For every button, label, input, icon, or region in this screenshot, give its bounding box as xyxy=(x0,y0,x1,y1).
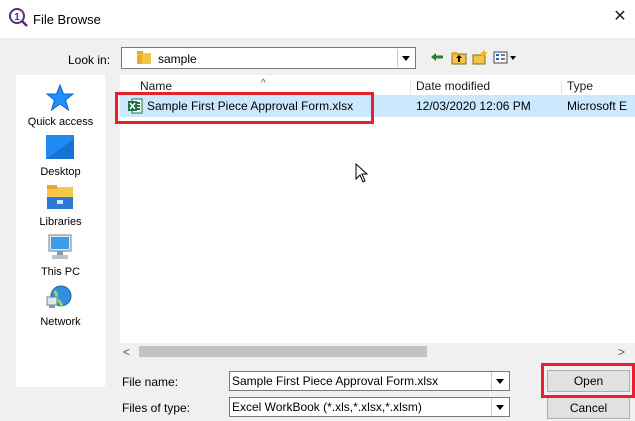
column-header-date[interactable]: Date modified xyxy=(416,79,490,93)
look-in-label: Look in: xyxy=(68,53,111,67)
place-this-pc[interactable]: This PC xyxy=(16,233,105,283)
file-name-label: File name: xyxy=(122,375,179,389)
column-header-type[interactable]: Type xyxy=(567,79,593,93)
file-type-select[interactable]: Excel WorkBook (*.xls,*.xlsx,*.xlsm) xyxy=(229,397,510,417)
look-in-dropdown-button[interactable] xyxy=(397,49,414,67)
file-name-dropdown-button[interactable] xyxy=(491,372,508,390)
up-folder-icon[interactable] xyxy=(451,47,467,67)
place-label: Libraries xyxy=(39,216,82,228)
cancel-button[interactable]: Cancel xyxy=(547,397,630,419)
file-date-cell: 12/03/2020 12:06 PM xyxy=(416,99,531,113)
libraries-icon xyxy=(47,185,73,209)
place-label: Desktop xyxy=(40,166,81,178)
network-icon xyxy=(46,285,72,308)
svg-text:1: 1 xyxy=(14,12,20,23)
scroll-thumb[interactable] xyxy=(139,346,427,357)
new-folder-icon[interactable] xyxy=(472,47,488,67)
column-divider[interactable] xyxy=(410,80,411,94)
title-bar: 1 File Browse ✕ xyxy=(0,0,635,38)
file-type-value: Excel WorkBook (*.xls,*.xlsx,*.xlsm) xyxy=(232,400,422,414)
place-libraries[interactable]: Libraries xyxy=(16,183,105,233)
horizontal-scrollbar[interactable]: < > xyxy=(120,343,635,360)
file-name-field[interactable]: Sample First Piece Approval Form.xlsx xyxy=(229,371,510,391)
scroll-right-button[interactable]: > xyxy=(618,345,625,359)
app-logo-icon: 1 xyxy=(9,8,28,27)
mouse-cursor-icon xyxy=(355,163,369,183)
file-type-dropdown-button[interactable] xyxy=(491,398,508,416)
desktop-icon xyxy=(46,135,74,159)
back-arrow-icon[interactable] xyxy=(430,47,444,67)
file-type-cell: Microsoft E xyxy=(567,99,628,113)
file-type-label: Files of type: xyxy=(122,401,191,415)
place-label: Quick access xyxy=(27,116,94,128)
place-quick-access[interactable]: Quick access xyxy=(16,83,105,133)
close-button[interactable]: ✕ xyxy=(609,6,631,28)
sort-indicator: ^ xyxy=(261,78,266,89)
file-highlight-box xyxy=(115,92,374,124)
star-icon xyxy=(45,83,75,112)
column-divider[interactable] xyxy=(561,80,562,94)
column-header-name[interactable]: Name xyxy=(140,79,172,93)
look-in-combo[interactable]: sample xyxy=(121,47,416,69)
look-in-value: sample xyxy=(158,52,197,66)
open-highlight-box xyxy=(541,363,635,398)
place-desktop[interactable]: Desktop xyxy=(16,133,105,183)
place-label: Network xyxy=(40,316,81,328)
place-label: This PC xyxy=(40,266,81,278)
folder-icon xyxy=(137,51,151,64)
scroll-left-button[interactable]: < xyxy=(123,345,130,359)
file-name-value: Sample First Piece Approval Form.xlsx xyxy=(232,374,439,388)
computer-icon xyxy=(48,234,72,259)
window-title: File Browse xyxy=(33,12,101,27)
places-bar: Quick access Desktop Libraries This PC N… xyxy=(16,75,105,387)
place-network[interactable]: Network xyxy=(16,283,105,333)
view-menu-icon[interactable] xyxy=(493,47,519,67)
